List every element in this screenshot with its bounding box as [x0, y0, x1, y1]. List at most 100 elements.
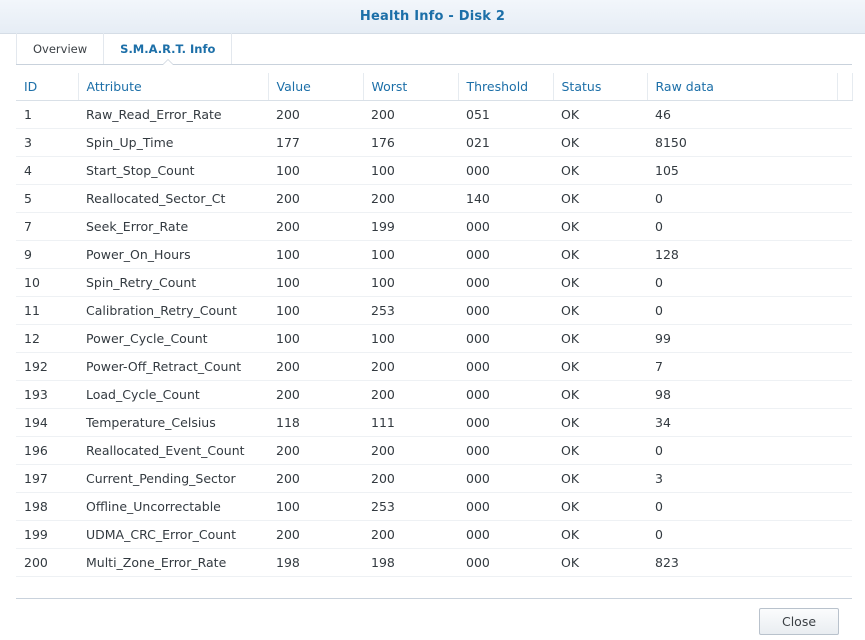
table-row[interactable]: 199 UDMA_CRC_Error_Count 200 200 000 OK 0	[16, 520, 852, 549]
cell-worst: 200	[363, 352, 458, 381]
cell-threshold: 000	[458, 464, 553, 493]
cell-value: 100	[268, 268, 363, 297]
column-header-status[interactable]: Status	[553, 73, 648, 101]
tab-overview-label: Overview	[33, 41, 88, 56]
cell-threshold: 000	[458, 492, 553, 521]
cell-worst: 200	[363, 380, 458, 409]
cell-filler	[837, 408, 852, 437]
cell-threshold: 000	[458, 240, 553, 269]
cell-attribute: Calibration_Retry_Count	[78, 296, 268, 325]
cell-attribute: Start_Stop_Count	[78, 156, 268, 185]
cell-raw-data: 0	[647, 268, 837, 297]
cell-worst: 100	[363, 240, 458, 269]
cell-id: 3	[16, 128, 78, 157]
cell-worst: 253	[363, 492, 458, 521]
table-row[interactable]: 196 Reallocated_Event_Count 200 200 000 OK 0	[16, 436, 852, 465]
column-header-value[interactable]: Value	[268, 73, 364, 101]
table-row[interactable]: 1 Raw_Read_Error_Rate 200 200 051 OK 46	[16, 100, 852, 129]
column-header-id[interactable]: ID	[16, 73, 79, 101]
cell-filler	[837, 380, 852, 409]
window-title: Health Info - Disk 2	[359, 9, 506, 24]
table-row[interactable]: 4 Start_Stop_Count 100 100 000 OK 105	[16, 156, 852, 185]
cell-threshold: 000	[458, 436, 553, 465]
table-row[interactable]: 5 Reallocated_Sector_Ct 200 200 140 OK 0	[16, 184, 852, 213]
column-header-attribute[interactable]: Attribute	[78, 73, 269, 101]
cell-attribute: Temperature_Celsius	[78, 408, 268, 437]
cell-id: 192	[16, 352, 78, 381]
cell-value: 100	[268, 324, 363, 353]
cell-threshold: 000	[458, 156, 553, 185]
smart-table: ID Attribute Value Worst Threshold Statu…	[16, 73, 853, 577]
cell-id: 11	[16, 296, 78, 325]
cell-attribute: Load_Cycle_Count	[78, 380, 268, 409]
column-header-threshold[interactable]: Threshold	[458, 73, 554, 101]
cell-attribute: Offline_Uncorrectable	[78, 492, 268, 521]
cell-worst: 200	[363, 520, 458, 549]
table-row[interactable]: 194 Temperature_Celsius 118 111 000 OK 34	[16, 408, 852, 437]
cell-raw-data: 823	[647, 548, 837, 577]
table-row[interactable]: 12 Power_Cycle_Count 100 100 000 OK 99	[16, 324, 852, 353]
cell-threshold: 000	[458, 520, 553, 549]
active-tab-caret-icon	[161, 59, 174, 65]
cell-threshold: 000	[458, 352, 553, 381]
cell-value: 200	[268, 100, 363, 129]
table-row[interactable]: 7 Seek_Error_Rate 200 199 000 OK 0	[16, 212, 852, 241]
cell-status: OK	[553, 520, 647, 549]
cell-value: 100	[268, 296, 363, 325]
table-row[interactable]: 10 Spin_Retry_Count 100 100 000 OK 0	[16, 268, 852, 297]
cell-filler	[837, 520, 852, 549]
table-row[interactable]: 200 Multi_Zone_Error_Rate 198 198 000 OK 823	[16, 548, 852, 577]
table-row[interactable]: 3 Spin_Up_Time 177 176 021 OK 8150	[16, 128, 852, 157]
cell-filler	[837, 324, 852, 353]
cell-threshold: 000	[458, 324, 553, 353]
tab-overview[interactable]: Overview	[16, 33, 103, 64]
cell-threshold: 021	[458, 128, 553, 157]
cell-worst: 198	[363, 548, 458, 577]
cell-raw-data: 99	[647, 324, 837, 353]
cell-status: OK	[553, 352, 647, 381]
cell-id: 10	[16, 268, 78, 297]
cell-attribute: Reallocated_Event_Count	[78, 436, 268, 465]
cell-value: 100	[268, 492, 363, 521]
column-header-worst[interactable]: Worst	[363, 73, 459, 101]
close-button[interactable]: Close	[759, 608, 839, 635]
cell-worst: 100	[363, 268, 458, 297]
cell-filler	[837, 212, 852, 241]
cell-worst: 200	[363, 184, 458, 213]
footer-divider	[16, 598, 852, 599]
cell-id: 193	[16, 380, 78, 409]
tab-bar: Overview S.M.A.R.T. Info	[16, 33, 852, 65]
table-row[interactable]: 198 Offline_Uncorrectable 100 253 000 OK 0	[16, 492, 852, 521]
cell-value: 200	[268, 464, 363, 493]
cell-worst: 200	[363, 464, 458, 493]
tab-smart-info[interactable]: S.M.A.R.T. Info	[103, 33, 233, 65]
table-body: 1 Raw_Read_Error_Rate 200 200 051 OK 46 3 Spin_U…	[16, 100, 852, 577]
cell-status: OK	[553, 128, 647, 157]
table-row[interactable]: 9 Power_On_Hours 100 100 000 OK 128	[16, 240, 852, 269]
cell-id: 196	[16, 436, 78, 465]
table-row[interactable]: 193 Load_Cycle_Count 200 200 000 OK 98	[16, 380, 852, 409]
cell-threshold: 000	[458, 268, 553, 297]
cell-id: 1	[16, 100, 78, 129]
cell-attribute: Power_On_Hours	[78, 240, 268, 269]
cell-status: OK	[553, 464, 647, 493]
cell-value: 200	[268, 520, 363, 549]
cell-status: OK	[553, 324, 647, 353]
column-header-raw-data[interactable]: Raw data	[647, 73, 838, 101]
cell-status: OK	[553, 380, 647, 409]
table-row[interactable]: 11 Calibration_Retry_Count 100 253 000 OK 0	[16, 296, 852, 325]
cell-filler	[837, 548, 852, 577]
table-row[interactable]: 197 Current_Pending_Sector 200 200 000 OK 3	[16, 464, 852, 493]
cell-threshold: 000	[458, 296, 553, 325]
cell-worst: 200	[363, 436, 458, 465]
cell-raw-data: 0	[647, 520, 837, 549]
cell-id: 12	[16, 324, 78, 353]
cell-status: OK	[553, 548, 647, 577]
cell-raw-data: 3	[647, 464, 837, 493]
cell-raw-data: 34	[647, 408, 837, 437]
cell-worst: 100	[363, 324, 458, 353]
cell-status: OK	[553, 156, 647, 185]
cell-value: 177	[268, 128, 363, 157]
table-row[interactable]: 192 Power-Off_Retract_Count 200 200 000 OK 7	[16, 352, 852, 381]
cell-value: 200	[268, 380, 363, 409]
